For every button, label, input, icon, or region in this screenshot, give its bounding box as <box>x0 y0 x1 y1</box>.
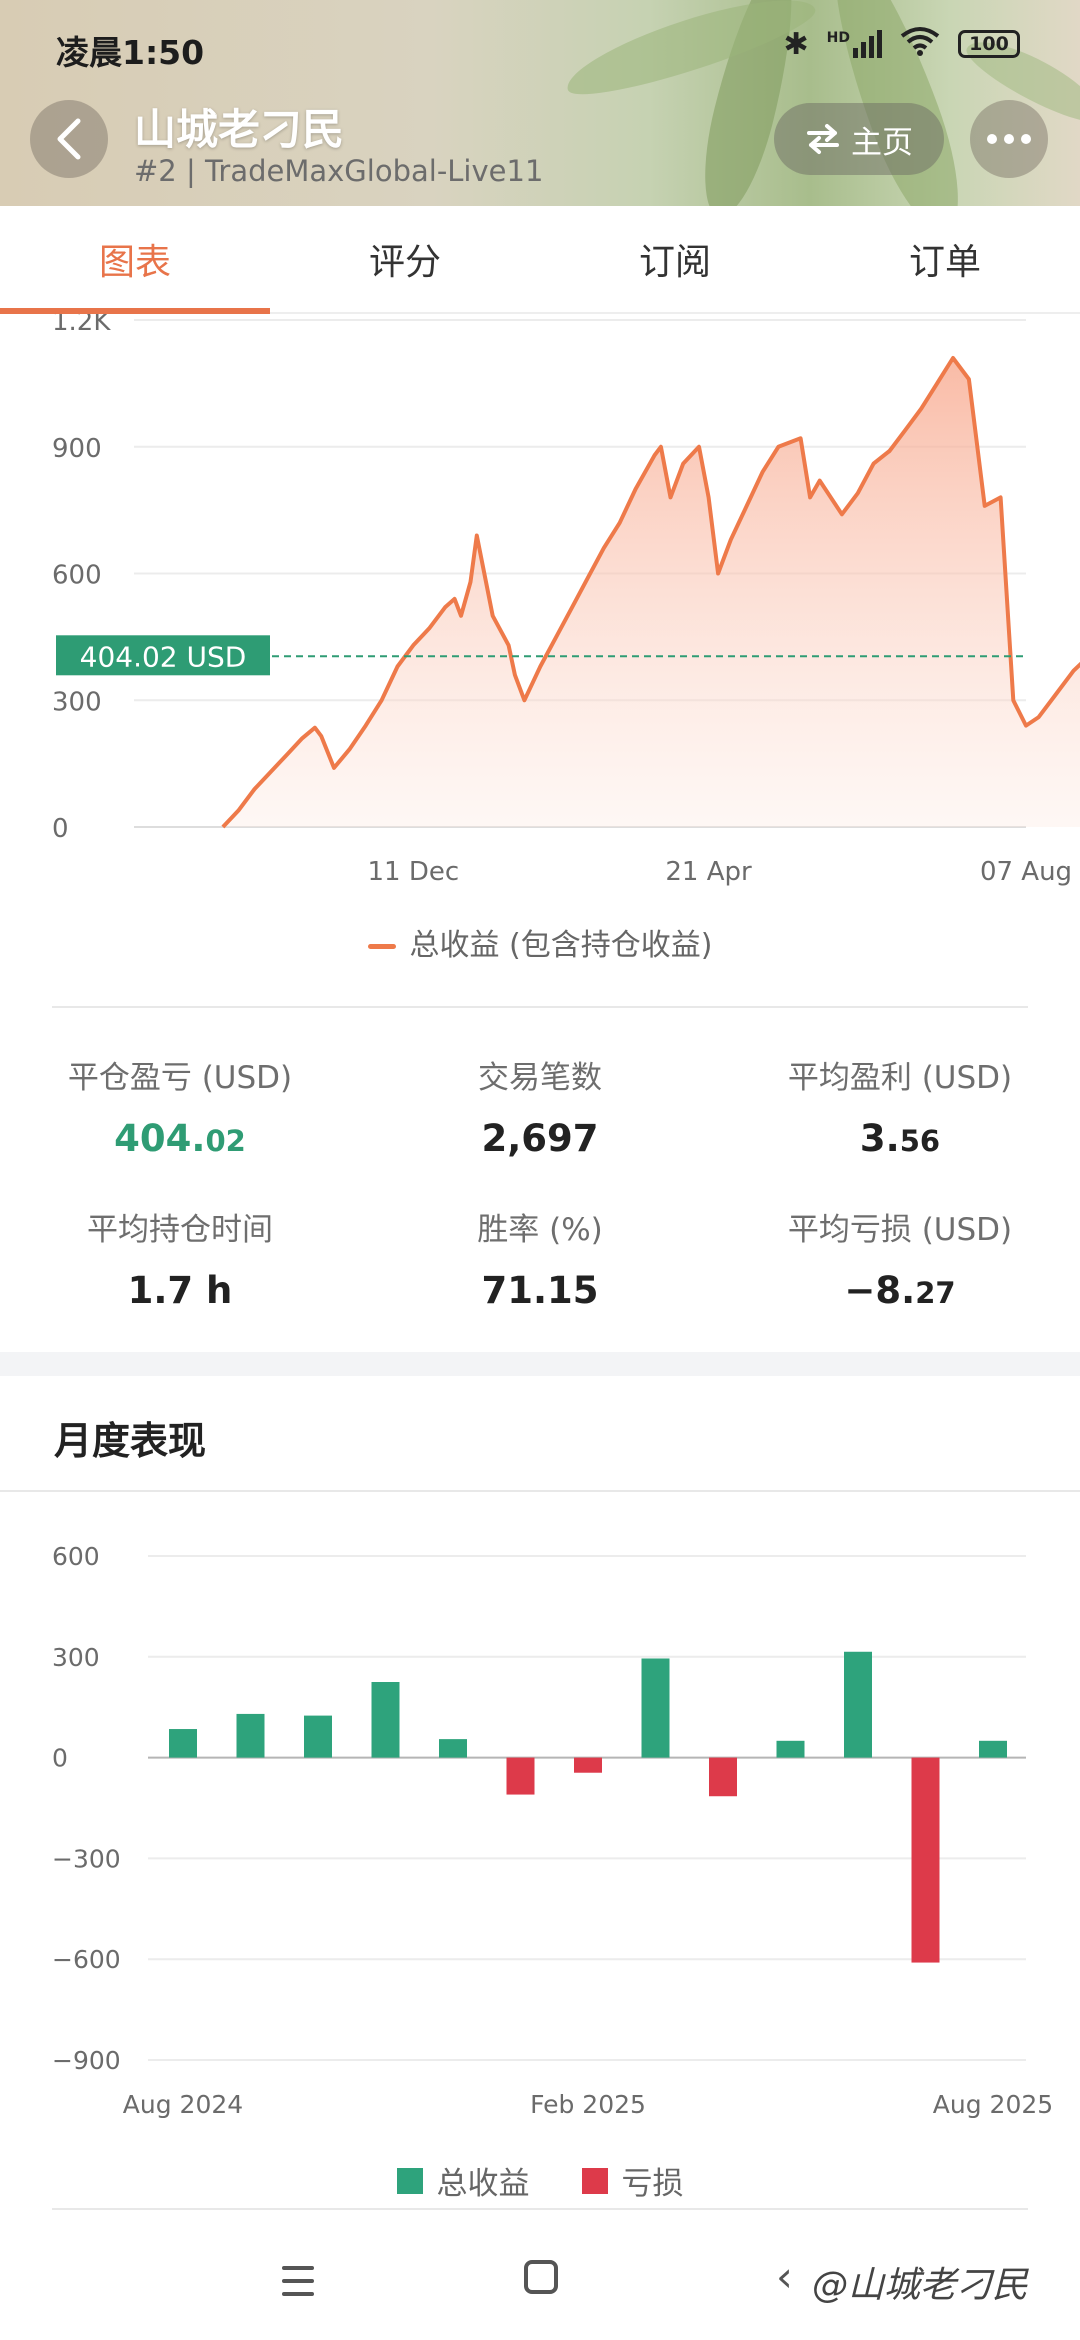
y-tick-label: −300 <box>52 1844 121 1873</box>
stat-trade-count: 交易笔数 2,697 <box>360 1052 720 1160</box>
recent-apps-button[interactable] <box>282 2266 314 2305</box>
bluetooth-icon: ✱ <box>783 26 809 62</box>
tab-subscribe[interactable]: 订阅 <box>540 206 810 312</box>
stat-label: 平均亏损 (USD) <box>787 1212 1013 1248</box>
stat-avg-profit: 平均盈利 (USD) 3.56 <box>720 1052 1080 1160</box>
section-separator <box>0 1352 1080 1376</box>
battery-icon: 100 <box>958 30 1020 58</box>
equity-line-chart: 0 300 600 900 1.2K 404.02 USD 11 Dec 21 Apr 07 A… <box>52 314 1080 887</box>
line-legend-label: 总收益 (包含持仓收益) <box>409 928 713 963</box>
page-title: 山城老刁民 <box>134 105 345 154</box>
month-bar <box>236 1713 265 1758</box>
chevron-left-icon <box>57 118 81 160</box>
signal-icon: HD <box>827 30 882 58</box>
legend-item-profit[interactable]: 总收益 <box>396 2158 530 2203</box>
stat-closed-pnl: 平仓盈亏 (USD) 404.02 <box>0 1052 360 1160</box>
divider <box>52 2208 1028 2210</box>
stat-value: 71.15 <box>481 1269 599 1312</box>
x-tick-label: Aug 2024 <box>123 2090 243 2119</box>
stat-value: 3.56 <box>859 1117 941 1160</box>
stat-value: 404.02 <box>114 1117 246 1160</box>
month-bar <box>844 1651 872 1758</box>
stat-label: 胜率 (%) <box>477 1212 603 1248</box>
month-bar <box>776 1740 805 1758</box>
month-bar <box>574 1757 602 1773</box>
month-bar <box>641 1658 670 1758</box>
stat-value: 2,697 <box>481 1117 599 1160</box>
y-tick-label: 900 <box>52 434 102 464</box>
tab-orders[interactable]: 订单 <box>810 206 1080 312</box>
y-tick-label: 600 <box>52 1542 100 1571</box>
status-time: 凌晨1:50 <box>56 33 205 72</box>
y-tick-label: 300 <box>52 1643 100 1672</box>
wifi-icon <box>900 26 940 62</box>
legend-item-loss[interactable]: 亏损 <box>581 2158 684 2203</box>
y-tick-label: 0 <box>52 814 69 844</box>
x-tick-label: Aug 2025 <box>933 2090 1053 2119</box>
divider <box>0 1490 1080 1492</box>
divider <box>52 1006 1028 1008</box>
account-subtitle: #2 | TradeMaxGlobal-Live11 <box>134 154 544 188</box>
month-bar <box>304 1715 332 1758</box>
back-button[interactable] <box>30 100 108 178</box>
tab-bar: 图表 评分 订阅 订单 <box>0 206 1080 314</box>
stat-label: 平仓盈亏 (USD) <box>67 1060 293 1096</box>
status-bar: 凌晨1:50 ✱ HD 100 <box>0 0 1080 90</box>
monthly-bar-chart: 600 300 0 −300 −600 −900Aug 2024 Feb 2025 Aug 2… <box>52 1542 1053 2119</box>
month-bar <box>709 1757 737 1797</box>
x-tick-label: 11 Dec <box>368 857 460 887</box>
line-chart-legend: 总收益 (包含持仓收益) <box>0 920 1080 964</box>
x-tick-label: 21 Apr <box>665 857 752 887</box>
area-fill <box>222 358 1080 827</box>
home-button[interactable]: 主页 <box>774 103 944 175</box>
stat-avg-hold-time: 平均持仓时间 1.7 h <box>0 1204 360 1312</box>
home-nav-button[interactable] <box>524 2260 558 2294</box>
stat-value: −8.27 <box>844 1269 956 1312</box>
month-bar <box>979 1740 1007 1758</box>
y-tick-label: 300 <box>52 687 102 717</box>
monthly-section-title: 月度表现 <box>54 1419 207 1463</box>
y-tick-label: 0 <box>52 1744 68 1773</box>
system-nav-bar: ‹ @山城老刁民 <box>0 2230 1080 2340</box>
tab-chart[interactable]: 图表 <box>0 206 270 314</box>
stat-label: 交易笔数 <box>478 1060 602 1096</box>
y-tick-label: 1.2K <box>52 314 111 337</box>
y-tick-label: −600 <box>52 1945 121 1974</box>
stat-win-rate: 胜率 (%) 71.15 <box>360 1204 720 1312</box>
month-bar <box>439 1739 467 1758</box>
more-dots-icon <box>987 134 997 144</box>
back-nav-button[interactable]: ‹ <box>776 2252 793 2301</box>
stats-grid: 平仓盈亏 (USD) 404.02 交易笔数 2,697 平均盈利 (USD) … <box>0 1040 1080 1340</box>
stat-value: 1.7 h <box>127 1269 233 1312</box>
status-icons: ✱ HD 100 <box>784 26 1020 62</box>
legend-swatch <box>396 2167 423 2194</box>
profile-header: 凌晨1:50 ✱ HD 100 山城老刁民 #2 | TradeMaxGloba… <box>0 0 1080 206</box>
more-button[interactable] <box>970 100 1048 178</box>
signal-hd-label: HD <box>826 30 850 46</box>
month-bar <box>506 1757 535 1795</box>
home-button-label: 主页 <box>851 124 913 161</box>
bar-chart-legend: 总收益 亏损 <box>0 2158 1080 2203</box>
watermark: @山城老刁民 <box>812 2265 1029 2306</box>
stat-label: 平均持仓时间 <box>87 1212 273 1248</box>
month-bar <box>169 1729 197 1758</box>
y-tick-label: −900 <box>52 2046 121 2075</box>
x-tick-label: Feb 2025 <box>530 2090 646 2119</box>
tab-rating[interactable]: 评分 <box>270 206 540 312</box>
stat-avg-loss: 平均亏损 (USD) −8.27 <box>720 1204 1080 1312</box>
legend-line-swatch <box>367 944 396 949</box>
swap-icon <box>807 124 839 154</box>
current-value-label: 404.02 USD <box>80 640 247 673</box>
legend-swatch <box>581 2167 608 2194</box>
stat-label: 平均盈利 (USD) <box>787 1060 1013 1096</box>
x-tick-label: 07 Aug <box>980 857 1072 887</box>
month-bar <box>911 1757 940 1963</box>
y-tick-label: 600 <box>52 561 102 591</box>
month-bar <box>371 1682 400 1758</box>
